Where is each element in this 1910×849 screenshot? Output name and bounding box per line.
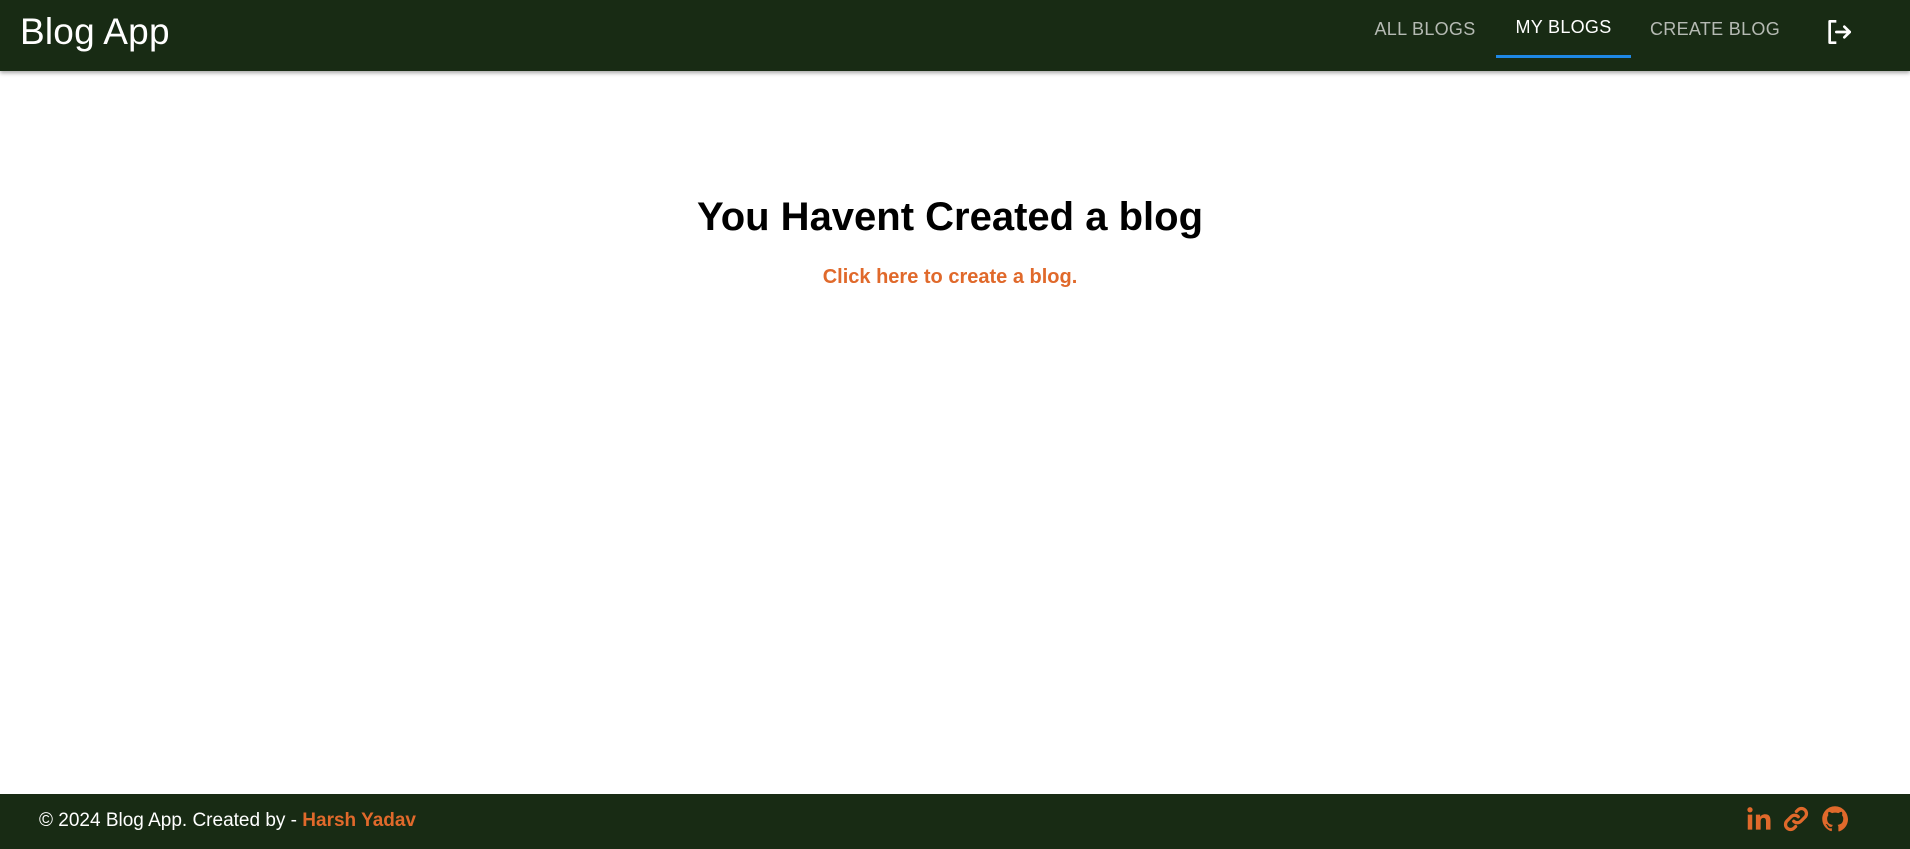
empty-state-heading: You Havent Created a blog (696, 195, 1203, 239)
tab-create-blog[interactable]: CREATE BLOG (1643, 0, 1787, 58)
github-icon (1822, 806, 1848, 832)
linkedin-button[interactable] (1744, 804, 1774, 834)
top-navbar: Blog App ALL BLOGS MY BLOGS CREATE BLOG (0, 0, 1910, 71)
tab-my-blogs[interactable]: MY BLOGS (1496, 0, 1631, 58)
create-blog-link-row: Click here to create a blog. (0, 266, 1900, 289)
linkedin-icon (1747, 807, 1771, 830)
logout-icon (1828, 20, 1851, 44)
logout-button[interactable] (1823, 16, 1855, 48)
copyright-label: © 2024 Blog App. Created by - (39, 810, 303, 831)
app-root: Blog App ALL BLOGS MY BLOGS CREATE BLOG … (0, 0, 1910, 849)
create-blog-link[interactable]: Click here to create a blog. (823, 266, 1078, 288)
tab-all-blogs[interactable]: ALL BLOGS (1366, 0, 1484, 58)
link-icon (1783, 806, 1809, 832)
author-link[interactable]: Harsh Yadav (302, 810, 416, 831)
main-content: You Havent Created a blog Click here to … (0, 71, 1910, 794)
github-button[interactable] (1820, 804, 1850, 834)
brand-title[interactable]: Blog App (20, 10, 170, 54)
copyright-text: © 2024 Blog App. Created by - Harsh Yada… (39, 810, 416, 832)
website-link-button[interactable] (1781, 804, 1811, 834)
footer: © 2024 Blog App. Created by - Harsh Yada… (0, 794, 1910, 849)
